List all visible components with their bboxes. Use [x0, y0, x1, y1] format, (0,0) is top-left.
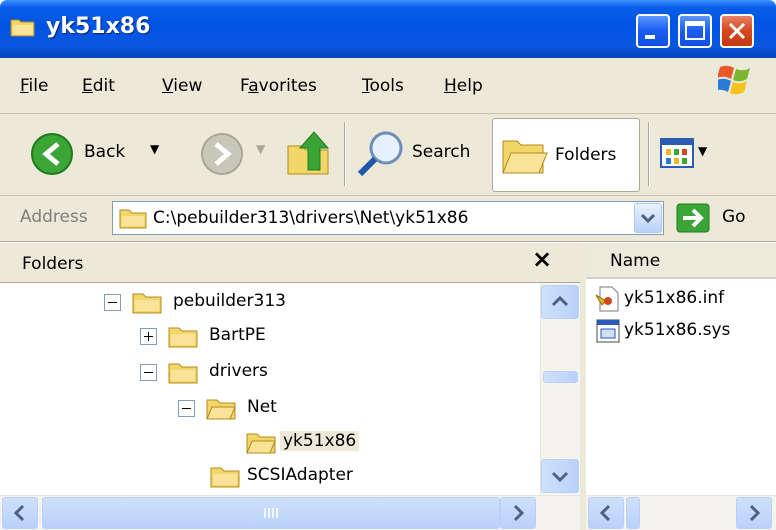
tree-node-net[interactable]: Net: [174, 391, 474, 425]
go-arrow-icon: [676, 203, 710, 233]
search-icon: [357, 131, 403, 177]
tree-horizontal-scrollbar[interactable]: [0, 495, 580, 530]
scroll-right-button[interactable]: [500, 497, 536, 529]
menu-edit[interactable]: Edit: [82, 76, 115, 96]
address-label: Address: [20, 207, 88, 227]
folder-icon: [10, 19, 35, 37]
collapse-icon[interactable]: [104, 294, 121, 311]
file-item-sys[interactable]: yk51x86.sys: [594, 315, 774, 347]
back-button[interactable]: Back ▼: [30, 130, 170, 178]
maximize-icon: [685, 21, 705, 40]
scroll-left-button[interactable]: [588, 497, 624, 529]
forward-dropdown-icon: ▼: [256, 142, 266, 156]
forward-arrow-icon[interactable]: [200, 132, 244, 176]
menu-file[interactable]: File: [20, 76, 48, 96]
folders-button[interactable]: Folders: [492, 118, 640, 192]
collapse-icon[interactable]: [140, 364, 157, 381]
folders-pane-title: Folders: [22, 254, 84, 274]
toolbar: Back ▼ ▼ Search Folders ▼: [0, 114, 776, 196]
folder-icon: [132, 293, 162, 314]
go-label: Go: [722, 207, 746, 227]
chevron-down-icon: [640, 213, 656, 224]
scroll-up-button[interactable]: [541, 285, 579, 319]
close-pane-button[interactable]: ×: [532, 245, 552, 273]
close-icon: [728, 22, 746, 40]
search-button[interactable]: Search: [356, 126, 486, 182]
back-dropdown-icon[interactable]: ▼: [150, 142, 159, 156]
scroll-thumb[interactable]: [42, 497, 500, 529]
expand-icon[interactable]: [140, 328, 157, 345]
file-item-inf[interactable]: yk51x86.inf: [594, 283, 774, 315]
folder-open-icon: [246, 433, 276, 454]
toolbar-separator: [344, 122, 346, 186]
title-bar[interactable]: yk51x86: [0, 0, 776, 58]
toolbar-separator: [648, 122, 650, 186]
tree-node-yk51x86[interactable]: yk51x86: [246, 425, 446, 459]
folder-icon: [210, 467, 240, 488]
file-list: yk51x86.inf yk51x86.sys: [586, 279, 776, 495]
maximize-button[interactable]: [678, 14, 712, 48]
tree-node-bartpe[interactable]: BartPE: [136, 319, 436, 353]
address-input[interactable]: C:\pebuilder313\drivers\Net\yk51x86: [112, 201, 664, 235]
up-folder-icon[interactable]: [284, 126, 334, 178]
chevron-down-icon: [551, 471, 569, 483]
chevron-up-icon: [551, 295, 569, 307]
scroll-thumb[interactable]: [543, 371, 578, 383]
scroll-left-button[interactable]: [2, 497, 38, 529]
chevron-right-icon: [749, 504, 761, 522]
address-value: C:\pebuilder313\drivers\Net\yk51x86: [153, 208, 469, 228]
details-horizontal-scrollbar[interactable]: [586, 495, 776, 530]
scroll-right-button[interactable]: [736, 497, 772, 529]
column-header-name[interactable]: Name: [586, 243, 776, 279]
tree-node-pebuilder313[interactable]: pebuilder313: [100, 285, 400, 319]
close-button[interactable]: [720, 14, 754, 48]
inf-file-icon: [595, 286, 619, 312]
folder-icon: [119, 209, 147, 229]
views-dropdown-icon[interactable]: ▼: [698, 144, 707, 158]
menu-tools[interactable]: Tools: [362, 76, 404, 96]
chevron-left-icon: [599, 504, 611, 522]
menu-help[interactable]: Help: [444, 76, 483, 96]
folders-pane-header: Folders ×: [0, 243, 580, 283]
tree-vertical-scrollbar[interactable]: [540, 283, 580, 495]
tree-node-drivers[interactable]: drivers: [136, 355, 436, 389]
views-icon[interactable]: [660, 138, 694, 168]
sys-file-icon: [596, 319, 620, 343]
window-title: yk51x86: [46, 14, 151, 39]
folders-icon: [502, 140, 548, 174]
address-dropdown-button[interactable]: [634, 203, 662, 233]
chevron-left-icon: [13, 504, 25, 522]
scroll-down-button[interactable]: [541, 459, 579, 493]
folder-icon: [168, 363, 198, 384]
minimize-button[interactable]: [636, 14, 670, 48]
menu-view[interactable]: View: [162, 76, 202, 96]
menu-favorites[interactable]: Favorites: [240, 76, 317, 96]
windows-logo-icon: [718, 65, 750, 95]
scroll-thumb[interactable]: [626, 497, 640, 529]
grip-icon: [264, 508, 278, 518]
back-arrow-icon: [31, 133, 73, 175]
minimize-icon: [645, 35, 655, 39]
folder-icon: [168, 327, 198, 348]
tree-node-scsiadapter[interactable]: SCSIAdapter: [210, 459, 510, 493]
chevron-right-icon: [513, 504, 525, 522]
folder-tree: pebuilder313 BartPE drivers Net yk51x86: [0, 283, 540, 495]
menu-bar: File Edit View Favorites Tools Help: [0, 58, 776, 114]
address-bar: Address C:\pebuilder313\drivers\Net\yk51…: [0, 196, 776, 242]
folder-open-icon: [206, 399, 236, 420]
collapse-icon[interactable]: [178, 400, 195, 417]
